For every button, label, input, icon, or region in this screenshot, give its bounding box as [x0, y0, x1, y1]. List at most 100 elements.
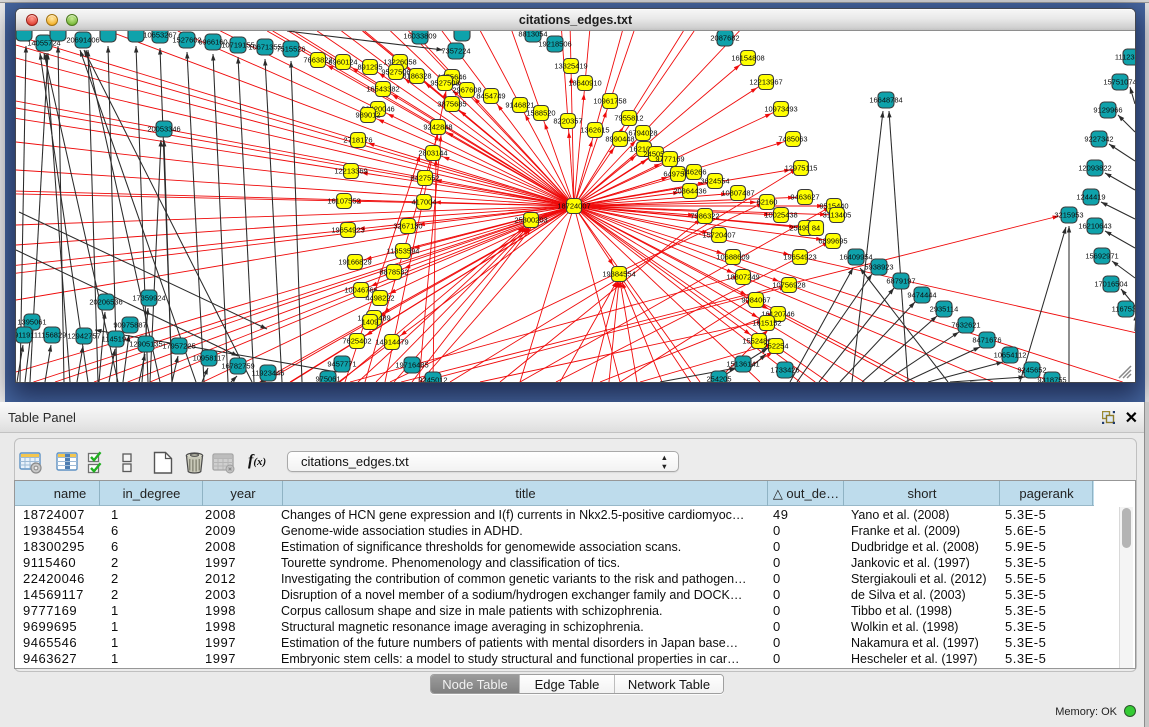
svg-text:62160: 62160 — [757, 198, 778, 207]
svg-text:2803144: 2803144 — [418, 149, 447, 158]
svg-text:10807487: 10807487 — [721, 189, 754, 198]
svg-text:9129966: 9129966 — [1093, 106, 1122, 115]
svg-text:1145194: 1145194 — [102, 335, 131, 344]
svg-text:16543382: 16543382 — [366, 85, 399, 94]
svg-text:1362615: 1362615 — [580, 126, 609, 135]
svg-text:9084067: 9084067 — [741, 296, 770, 305]
svg-text:9457771: 9457771 — [327, 360, 356, 369]
svg-text:6879197: 6879197 — [886, 277, 915, 286]
svg-text:15136141: 15136141 — [726, 360, 759, 369]
svg-text:25300203: 25300203 — [514, 216, 547, 225]
svg-text:18724007: 18724007 — [557, 202, 590, 211]
svg-text:7357224: 7357224 — [441, 47, 470, 56]
svg-text:12905135: 12905135 — [129, 340, 162, 349]
svg-text:18807249: 18807249 — [726, 273, 759, 282]
svg-text:10756928: 10756928 — [772, 281, 805, 290]
svg-text:8427552: 8427552 — [410, 174, 439, 183]
svg-text:12942757: 12942757 — [67, 332, 100, 341]
svg-text:16154808: 16154808 — [731, 54, 764, 63]
svg-text:9227342: 9227342 — [1084, 135, 1113, 144]
svg-text:252254: 252254 — [763, 342, 788, 351]
svg-text:10961758: 10961758 — [593, 97, 626, 106]
svg-text:90975887: 90975887 — [113, 321, 146, 330]
svg-text:12213967: 12213967 — [749, 78, 782, 87]
svg-text:746266: 746266 — [681, 168, 706, 177]
svg-text:15692971: 15692971 — [1085, 252, 1118, 261]
svg-text:5938923: 5938923 — [864, 263, 893, 272]
svg-text:10973493: 10973493 — [764, 105, 797, 114]
svg-text:19218506: 19218506 — [538, 40, 571, 49]
svg-text:6899695: 6899695 — [818, 237, 847, 246]
svg-text:11923445: 11923445 — [252, 369, 285, 378]
svg-text:1244419: 1244419 — [1076, 193, 1105, 202]
svg-text:7625402: 7625402 — [342, 337, 371, 346]
svg-text:9318755: 9318755 — [1037, 376, 1066, 382]
svg-text:13325419: 13325419 — [554, 62, 587, 71]
svg-text:8471676: 8471676 — [972, 336, 1001, 345]
svg-text:17957225: 17957225 — [162, 342, 195, 351]
svg-text:14914479: 14914479 — [375, 338, 408, 347]
svg-text:7485063: 7485063 — [778, 135, 807, 144]
svg-text:16648784: 16648784 — [869, 96, 902, 105]
svg-text:4498222: 4498222 — [365, 294, 394, 303]
svg-text:10025438: 10025438 — [764, 211, 797, 220]
svg-text:1527602: 1527602 — [172, 36, 201, 45]
svg-text:9242848: 9242848 — [423, 123, 452, 132]
svg-text:891295: 891295 — [357, 63, 382, 72]
svg-text:17016504: 17016504 — [1094, 280, 1127, 289]
svg-text:1409: 1409 — [362, 318, 379, 327]
svg-text:7955812: 7955812 — [614, 114, 643, 123]
svg-text:2935114: 2935114 — [930, 305, 959, 314]
svg-text:3113405: 3113405 — [823, 211, 852, 220]
svg-text:7515526: 7515526 — [276, 45, 305, 54]
svg-text:9777169: 9777169 — [655, 155, 684, 164]
svg-text:9463627: 9463627 — [790, 193, 819, 202]
svg-text:1167531: 1167531 — [1112, 305, 1135, 314]
svg-text:7986322: 7986322 — [690, 212, 719, 221]
svg-text:9245012: 9245012 — [418, 376, 447, 382]
svg-text:11123044: 11123044 — [1115, 53, 1135, 62]
svg-text:12975115: 12975115 — [785, 164, 818, 173]
svg-text:8878532: 8878532 — [379, 268, 408, 277]
svg-text:7632621: 7632621 — [951, 321, 980, 330]
svg-text:3624554: 3624554 — [700, 177, 729, 186]
svg-text:17359924: 17359924 — [132, 294, 165, 303]
svg-text:1733426: 1733426 — [770, 366, 799, 375]
svg-text:8454749: 8454749 — [476, 92, 505, 101]
svg-text:16782759: 16782759 — [221, 362, 254, 371]
svg-text:19654923: 19654923 — [331, 226, 364, 235]
svg-text:417004: 417004 — [411, 198, 436, 207]
svg-text:16210643: 16210643 — [1078, 222, 1111, 231]
svg-text:16409954: 16409954 — [839, 253, 872, 262]
svg-text:2718176: 2718176 — [343, 136, 372, 145]
svg-text:20206536: 20206536 — [89, 298, 122, 307]
svg-text:20364436: 20364436 — [673, 187, 706, 196]
svg-text:9474444: 9474444 — [907, 291, 936, 300]
svg-text:9245652: 9245652 — [1017, 366, 1046, 375]
svg-text:254205: 254205 — [706, 375, 731, 382]
svg-text:10688609: 10688609 — [716, 253, 749, 262]
svg-text:12213369: 12213369 — [334, 167, 367, 176]
svg-text:18640910: 18640910 — [568, 79, 601, 88]
svg-text:6794028: 6794028 — [628, 129, 657, 138]
svg-text:8186328: 8186328 — [402, 72, 431, 81]
svg-text:19654923: 19654923 — [783, 253, 816, 262]
svg-text:16107552: 16107552 — [327, 197, 360, 206]
svg-text:19384554: 19384554 — [602, 270, 635, 279]
svg-text:12093822: 12093822 — [1078, 164, 1111, 173]
svg-text:20053346: 20053346 — [147, 125, 180, 134]
svg-text:8960124: 8960124 — [328, 58, 357, 67]
svg-text:1588520: 1588520 — [526, 109, 555, 118]
svg-text:3911911: 3911911 — [16, 331, 38, 340]
svg-text:19716485: 19716485 — [395, 361, 428, 370]
svg-text:8220357: 8220357 — [553, 117, 582, 126]
svg-text:20691406: 20691406 — [66, 36, 99, 45]
svg-text:16033809: 16033809 — [403, 32, 436, 41]
svg-text:975061: 975061 — [315, 375, 340, 382]
svg-text:3215953: 3215953 — [1054, 211, 1083, 220]
svg-text:15720407: 15720407 — [702, 231, 735, 240]
svg-text:1615152: 1615152 — [752, 319, 781, 328]
svg-text:8813054: 8813054 — [518, 31, 547, 39]
svg-text:2087682: 2087682 — [710, 34, 739, 43]
svg-text:10654112: 10654112 — [994, 351, 1027, 360]
